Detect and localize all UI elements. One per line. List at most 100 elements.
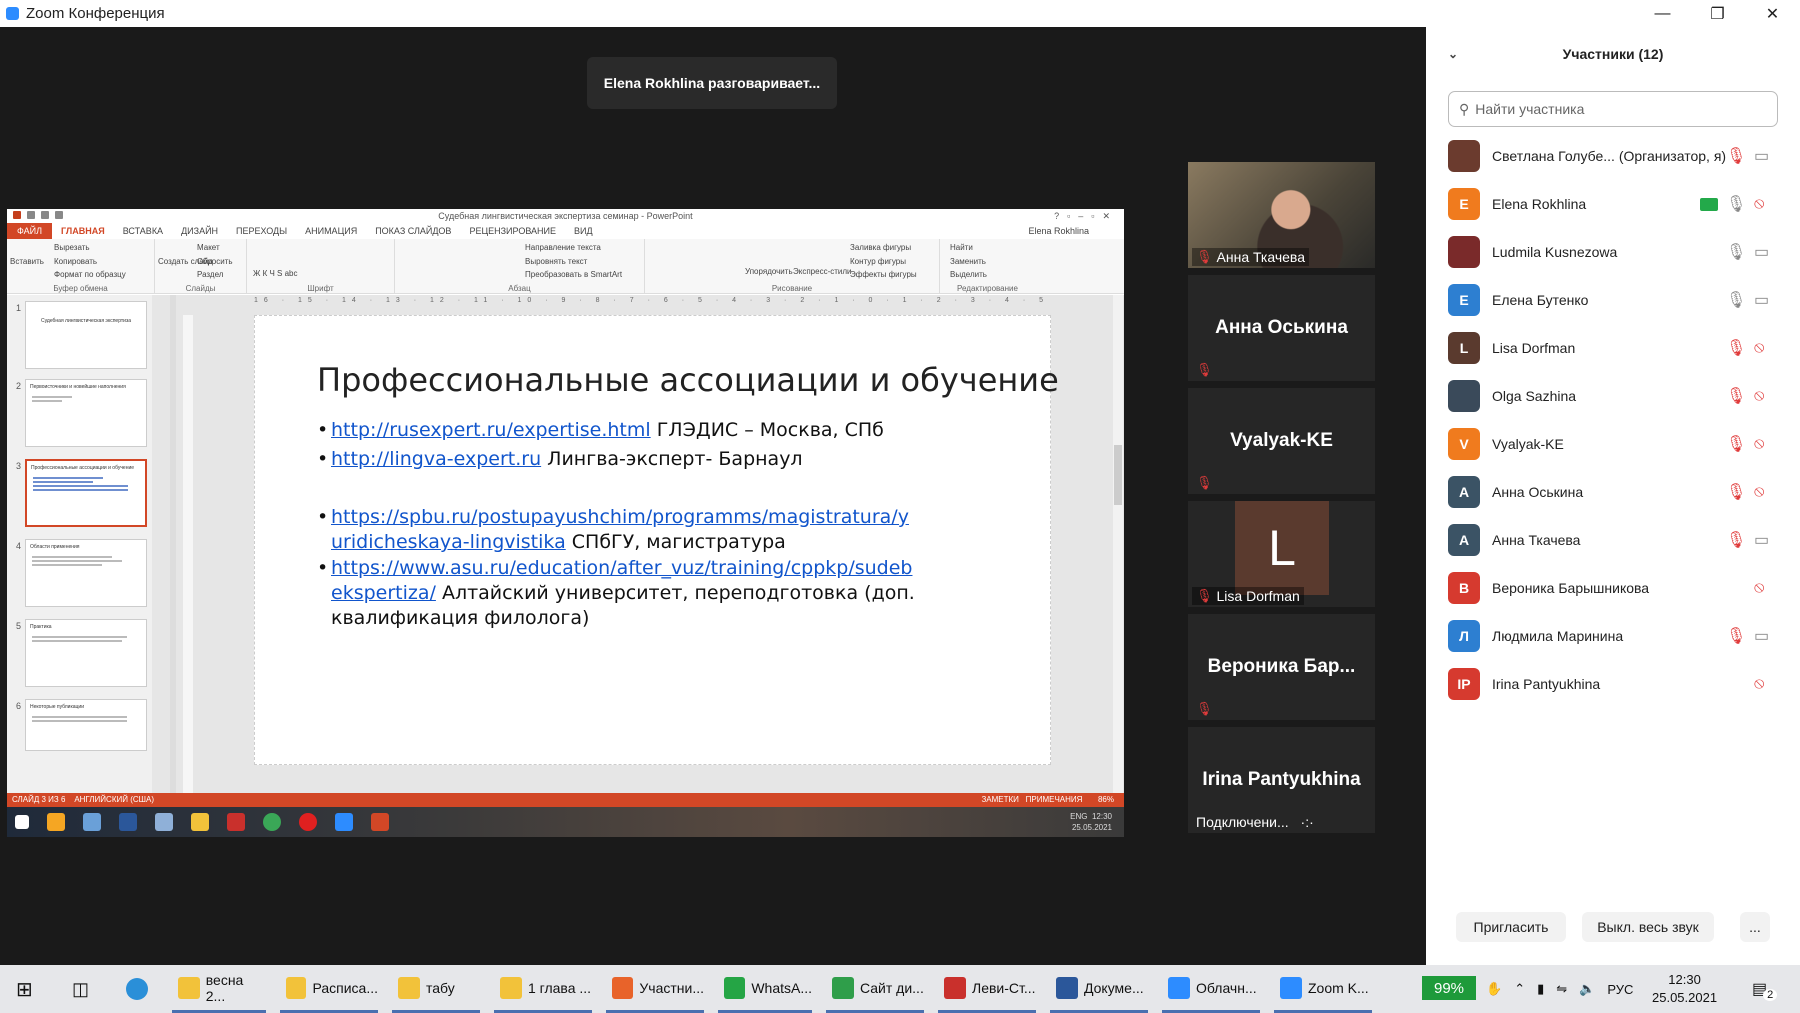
camera-off-icon[interactable]: ⦸ (1754, 675, 1764, 693)
tab-slideshow[interactable]: ПОКАЗ СЛАЙДОВ (366, 226, 460, 236)
select-button[interactable]: Выделить (950, 270, 987, 279)
task-view-button[interactable]: ◫ (72, 965, 89, 1013)
camera-icon[interactable]: ▭ (1754, 242, 1769, 262)
replace-button[interactable]: Заменить (950, 257, 986, 266)
wifi-icon[interactable]: ⇋ (1556, 981, 1567, 997)
comments-button[interactable]: ПРИМЕЧАНИЯ (1026, 795, 1083, 804)
more-button[interactable]: ... (1740, 912, 1770, 942)
shape-effects-button[interactable]: Эффекты фигуры (850, 270, 917, 279)
slide-thumb-6[interactable]: Некоторые публикации (25, 699, 147, 751)
taskbar-app[interactable]: Zoom K... (1274, 965, 1372, 1013)
taskbar-app[interactable]: Сайт ди... (826, 965, 924, 1013)
camera-off-icon[interactable]: ⦸ (1754, 195, 1764, 213)
slide-thumb-2[interactable]: Первоисточники и новейшие наполнения (25, 379, 147, 447)
taskbar-app[interactable]: Участни... (606, 965, 704, 1013)
taskbar-app[interactable]: Расписа... (280, 965, 378, 1013)
text-direction-button[interactable]: Направление текста (525, 243, 601, 252)
mic-muted-icon[interactable]: 🎙 (1726, 146, 1746, 166)
mic-muted-icon[interactable]: 🎙 (1726, 434, 1746, 454)
video-tile-anna-tkacheva[interactable]: 🎙 Анна Ткачева (1188, 162, 1375, 268)
mic-icon[interactable]: 🎙 (1726, 290, 1746, 310)
language-indicator[interactable]: РУС (1607, 982, 1633, 997)
camera-off-icon[interactable]: ⦸ (1754, 579, 1764, 597)
participant-row[interactable]: E Elena Rokhlina 🎙 ⦸ (1426, 180, 1800, 228)
smartart-button[interactable]: Преобразовать в SmartArt (525, 270, 622, 279)
participant-row[interactable]: L Lisa Dorfman 🎙 ⦸ (1426, 324, 1800, 372)
tab-file[interactable]: ФАЙЛ (7, 223, 53, 239)
camera-icon[interactable]: ▭ (1754, 626, 1769, 646)
touch-icon[interactable]: ✋ (1486, 981, 1502, 997)
tab-review[interactable]: РЕЦЕНЗИРОВАНИЕ (460, 226, 565, 236)
video-tile-anna-oskina[interactable]: Анна Оськина 🎙 (1188, 275, 1375, 381)
taskbar-clock[interactable]: 12:30 25.05.2021 (1652, 965, 1717, 1013)
mic-muted-icon[interactable]: 🎙 (1726, 530, 1746, 550)
notification-center[interactable]: ▤ 2 (1752, 965, 1778, 1013)
participant-search-input[interactable]: ⚲ Найти участника (1448, 91, 1778, 127)
invite-button[interactable]: Пригласить (1456, 912, 1566, 942)
tab-view[interactable]: ВИД (565, 226, 602, 236)
mic-muted-icon[interactable]: 🎙 (1726, 626, 1746, 646)
battery-indicator[interactable]: 99% (1422, 976, 1476, 1000)
taskbar-app[interactable]: Докуме... (1050, 965, 1148, 1013)
slide-scrollbar[interactable] (1113, 295, 1123, 795)
mic-muted-icon[interactable]: 🎙 (1726, 482, 1746, 502)
link-lingva-expert[interactable]: http://lingva-expert.ru (331, 448, 541, 470)
camera-icon[interactable]: ▭ (1754, 290, 1769, 310)
participant-row[interactable]: Olga Sazhina 🎙 ⦸ (1426, 372, 1800, 420)
minimize-button[interactable]: — (1635, 0, 1690, 27)
mic-muted-icon[interactable]: 🎙 (1726, 386, 1746, 406)
participant-row[interactable]: Светлана Голубе... (Организатор, я) 🎙 ▭ (1426, 132, 1800, 180)
layout-button[interactable]: Макет (197, 243, 220, 252)
arrange-button[interactable]: Упорядочить (745, 267, 793, 276)
volume-icon[interactable]: 🔈 (1579, 981, 1595, 997)
mic-icon[interactable]: 🎙 (1726, 242, 1746, 262)
camera-icon[interactable]: ▭ (1754, 530, 1769, 550)
notes-button[interactable]: ЗАМЕТКИ (981, 795, 1018, 804)
shape-outline-button[interactable]: Контур фигуры (850, 257, 906, 266)
camera-off-icon[interactable]: ⦸ (1754, 339, 1764, 357)
slide-thumb-4[interactable]: Области применения (25, 539, 147, 607)
edge-button[interactable] (126, 965, 148, 1013)
tab-insert[interactable]: ВСТАВКА (114, 226, 172, 236)
participant-row[interactable]: E Елена Бутенко 🎙 ▭ (1426, 276, 1800, 324)
slide-thumb-1[interactable]: Судебная лингвистическая экспертиза (25, 301, 147, 369)
quick-styles-button[interactable]: Экспресс-стили (793, 267, 852, 276)
taskbar-app[interactable]: WhatsA... (718, 965, 812, 1013)
participant-row[interactable]: Л Людмила Маринина 🎙 ▭ (1426, 612, 1800, 660)
section-button[interactable]: Раздел (197, 270, 223, 279)
reset-button[interactable]: Сбросить (197, 257, 233, 266)
participant-row[interactable]: IP Irina Pantyukhina ⦸ (1426, 660, 1800, 708)
chevron-up-icon[interactable]: ⌃ (1514, 981, 1525, 997)
battery-icon[interactable]: ▮ (1537, 981, 1544, 997)
participant-row[interactable]: A Анна Оськина 🎙 ⦸ (1426, 468, 1800, 516)
participant-row[interactable]: B Вероника Барышникова ⦸ (1426, 564, 1800, 612)
participant-row[interactable]: V Vyalyak-KE 🎙 ⦸ (1426, 420, 1800, 468)
slide-thumb-5[interactable]: Практика (25, 619, 147, 687)
video-tile-veronika[interactable]: Вероника Бар... 🎙 (1188, 614, 1375, 720)
tab-design[interactable]: ДИЗАЙН (172, 226, 227, 236)
format-painter-button[interactable]: Формат по образцу (54, 270, 126, 279)
taskbar-app[interactable]: весна 2... (172, 965, 266, 1013)
video-tile-vyalyak[interactable]: Vyalyak-KE 🎙 (1188, 388, 1375, 494)
mic-icon[interactable]: 🎙 (1726, 194, 1746, 214)
taskbar-app[interactable]: Облачн... (1162, 965, 1260, 1013)
camera-off-icon[interactable]: ⦸ (1754, 387, 1764, 405)
shape-fill-button[interactable]: Заливка фигуры (850, 243, 911, 252)
video-tile-irina[interactable]: Irina Pantyukhina Подключени... ·:· (1188, 727, 1375, 833)
thumbs-scrollbar[interactable] (170, 295, 176, 795)
collapse-chevron-icon[interactable]: ⌄ (1448, 47, 1458, 61)
mute-all-button[interactable]: Выкл. весь звук (1582, 912, 1714, 942)
font-format-buttons[interactable]: Ж К Ч S abc (253, 269, 298, 278)
camera-icon[interactable]: ▭ (1754, 146, 1769, 166)
camera-off-icon[interactable]: ⦸ (1754, 435, 1764, 453)
align-text-button[interactable]: Выровнять текст (525, 257, 587, 266)
taskbar-app[interactable]: 1 глава ... (494, 965, 592, 1013)
tab-home[interactable]: ГЛАВНАЯ (52, 226, 114, 236)
close-button[interactable]: ✕ (1745, 0, 1800, 27)
paste-button[interactable]: Вставить (10, 257, 44, 266)
scroll-thumb[interactable] (1114, 445, 1122, 505)
participant-row[interactable]: Ludmila Kusnezowa 🎙 ▭ (1426, 228, 1800, 276)
taskbar-app[interactable]: табу (392, 965, 480, 1013)
participant-row[interactable]: A Анна Ткачева 🎙 ▭ (1426, 516, 1800, 564)
link-rusexpert[interactable]: http://rusexpert.ru/expertise.html (331, 419, 651, 441)
